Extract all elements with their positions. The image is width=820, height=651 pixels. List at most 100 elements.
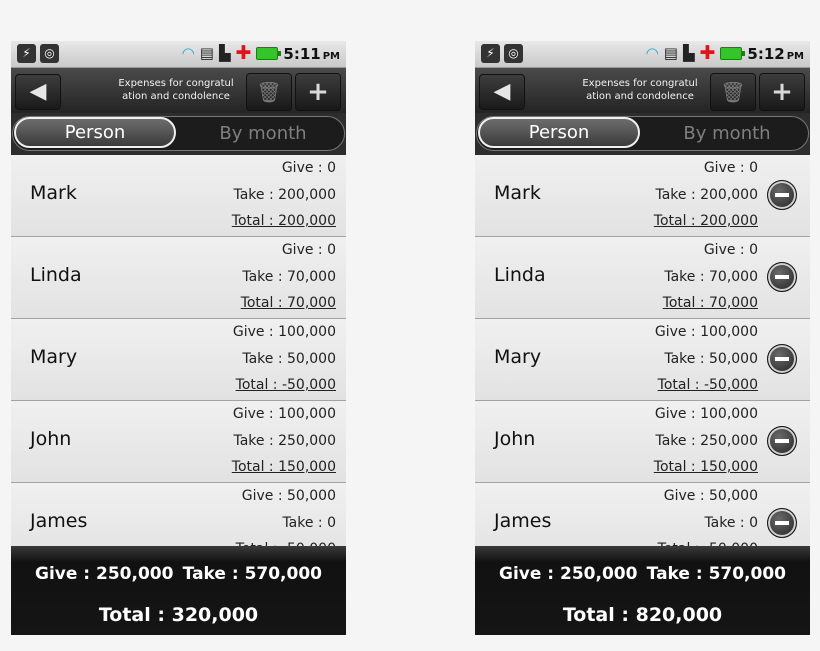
give-amount: Give : 0 — [281, 242, 336, 258]
give-amount: Give : 0 — [703, 242, 758, 258]
segmented-toggle: Person By month — [476, 116, 809, 151]
person-name: Mark — [494, 182, 541, 204]
person-name: Mary — [494, 346, 542, 368]
give-amount: Give : 100,000 — [232, 406, 336, 422]
usb-icon: ⚡ — [481, 44, 500, 63]
list-item[interactable]: John Give : 100,000 Take : 250,000 Total… — [11, 401, 346, 483]
summary-take: Take : 570,000 — [182, 564, 322, 584]
give-amount: Give : 0 — [281, 160, 336, 176]
give-amount: Give : 100,000 — [654, 324, 758, 340]
plus-icon: + — [771, 77, 793, 107]
minus-circle-icon[interactable] — [767, 426, 797, 456]
summary-take: Take : 570,000 — [646, 564, 786, 584]
give-amount: Give : 0 — [703, 160, 758, 176]
signal-icon: ▤ — [199, 44, 214, 62]
trash-icon: 🗑 — [256, 80, 282, 104]
person-name: Mary — [30, 346, 78, 368]
segmented-toggle: Person By month — [12, 116, 345, 151]
summary-give: Give : 250,000 — [35, 564, 174, 584]
battery-icon — [256, 47, 282, 60]
person-name: James — [494, 510, 552, 532]
sd-card-warning-icon: ▙ — [682, 44, 695, 62]
person-list: Mark Give : 0 Take : 200,000 Total : 200… — [11, 155, 346, 549]
total-amount: Total : 150,000 — [653, 459, 758, 475]
person-name: Mark — [30, 182, 77, 204]
view-toggle-bar: Person By month — [11, 113, 346, 155]
take-amount: Take : 0 — [704, 514, 758, 531]
plus-icon: + — [307, 77, 329, 107]
back-button[interactable]: ◀ — [479, 74, 525, 110]
give-amount: Give : 100,000 — [654, 406, 758, 422]
status-time: 5:11 PM — [283, 44, 340, 63]
list-item[interactable]: Mary Give : 100,000 Take : 50,000 Total … — [475, 319, 810, 401]
summary-footer: Give : 250,000 Take : 570,000 Total : 82… — [475, 546, 810, 635]
summary-total: Total : 820,000 — [562, 604, 723, 626]
battery-icon — [720, 47, 746, 60]
take-amount: Take : 250,000 — [233, 432, 336, 449]
list-item[interactable]: John Give : 100,000 Take : 250,000 Total… — [475, 401, 810, 483]
tab-by-month[interactable]: By month — [188, 117, 338, 150]
list-item[interactable]: Linda Give : 0 Take : 70,000 Total : 70,… — [11, 237, 346, 319]
add-button[interactable]: + — [295, 73, 341, 111]
summary-give: Give : 250,000 — [499, 564, 638, 584]
total-amount: Total : 70,000 — [240, 295, 336, 311]
add-button[interactable]: + — [759, 73, 805, 111]
page-title: Expenses for congratul ation and condole… — [582, 78, 698, 102]
delete-button[interactable]: 🗑 — [710, 73, 756, 111]
total-amount: Total : -50,000 — [657, 377, 758, 393]
emergency-cross-icon: ✚ — [699, 42, 716, 64]
give-amount: Give : 50,000 — [663, 488, 758, 504]
take-amount: Take : 200,000 — [655, 186, 758, 203]
wifi-icon: ◠ — [181, 44, 195, 62]
summary-total: Total : 320,000 — [98, 604, 259, 626]
give-amount: Give : 100,000 — [232, 324, 336, 340]
total-amount: Total : 200,000 — [231, 213, 336, 229]
status-bar: ⚡ ◎ ◠ ▤ ▙ ✚ 5:11 PM — [11, 41, 346, 68]
take-amount: Take : 200,000 — [233, 186, 336, 203]
delete-button[interactable]: 🗑 — [246, 73, 292, 111]
wifi-icon: ◠ — [645, 44, 659, 62]
list-item[interactable]: Linda Give : 0 Take : 70,000 Total : 70,… — [475, 237, 810, 319]
tab-person[interactable]: Person — [478, 117, 640, 148]
take-amount: Take : 0 — [282, 514, 336, 531]
back-arrow-icon: ◀ — [29, 79, 47, 104]
person-name: Linda — [30, 264, 82, 286]
summary-footer: Give : 250,000 Take : 570,000 Total : 32… — [11, 546, 346, 635]
total-amount: Total : 150,000 — [231, 459, 336, 475]
android-debug-icon: ◎ — [504, 44, 523, 63]
status-bar: ⚡ ◎ ◠ ▤ ▙ ✚ 5:12 PM — [475, 41, 810, 68]
minus-circle-icon[interactable] — [767, 508, 797, 538]
back-button[interactable]: ◀ — [15, 74, 61, 110]
phone-screen-person-list: ⚡ ◎ ◠ ▤ ▙ ✚ 5:11 PM ◀ Expenses for congra… — [11, 41, 346, 635]
take-amount: Take : 250,000 — [655, 432, 758, 449]
list-item[interactable]: James Give : 50,000 Take : 0 Total : -50… — [475, 483, 810, 549]
sd-card-warning-icon: ▙ — [218, 44, 231, 62]
trash-icon: 🗑 — [720, 80, 746, 104]
person-name: John — [30, 428, 72, 450]
total-amount: Total : 70,000 — [662, 295, 758, 311]
list-item[interactable]: Mark Give : 0 Take : 200,000 Total : 200… — [11, 155, 346, 237]
minus-circle-icon[interactable] — [767, 344, 797, 374]
status-time: 5:12 PM — [747, 44, 804, 63]
page-title: Expenses for congratul ation and condole… — [118, 78, 234, 102]
emergency-cross-icon: ✚ — [235, 42, 252, 64]
take-amount: Take : 70,000 — [664, 268, 758, 285]
take-amount: Take : 70,000 — [242, 268, 336, 285]
list-item[interactable]: Mark Give : 0 Take : 200,000 Total : 200… — [475, 155, 810, 237]
give-amount: Give : 50,000 — [241, 488, 336, 504]
take-amount: Take : 50,000 — [242, 350, 336, 367]
list-item[interactable]: James Give : 50,000 Take : 0 Total : -50… — [11, 483, 346, 549]
tab-person[interactable]: Person — [14, 117, 176, 148]
minus-circle-icon[interactable] — [767, 262, 797, 292]
view-toggle-bar: Person By month — [475, 113, 810, 155]
take-amount: Take : 50,000 — [664, 350, 758, 367]
back-arrow-icon: ◀ — [493, 79, 511, 104]
signal-icon: ▤ — [663, 44, 678, 62]
title-bar: ◀ Expenses for congratul ation and condo… — [11, 68, 346, 113]
minus-circle-icon[interactable] — [767, 180, 797, 210]
person-name: John — [494, 428, 536, 450]
total-amount: Total : -50,000 — [235, 377, 336, 393]
list-item[interactable]: Mary Give : 100,000 Take : 50,000 Total … — [11, 319, 346, 401]
tab-by-month[interactable]: By month — [652, 117, 802, 150]
person-name: Linda — [494, 264, 546, 286]
